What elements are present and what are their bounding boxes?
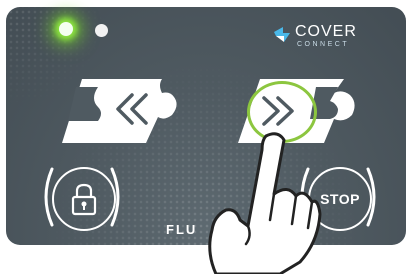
status-led-idle (95, 24, 108, 37)
cover-connect-logo-icon (274, 27, 290, 42)
bottom-brand-text: FLU (166, 222, 198, 237)
pointing-hand-icon (208, 132, 322, 274)
lock-button-bracket (44, 167, 120, 227)
logo-subtitle: CONNECT (297, 41, 350, 48)
status-led-active (59, 22, 73, 36)
close-cover-button[interactable] (58, 75, 188, 147)
brand-logo: COVER CONNECT (272, 24, 357, 49)
chevrons-right-icon (262, 96, 294, 126)
logo-title: COVER (295, 23, 357, 40)
